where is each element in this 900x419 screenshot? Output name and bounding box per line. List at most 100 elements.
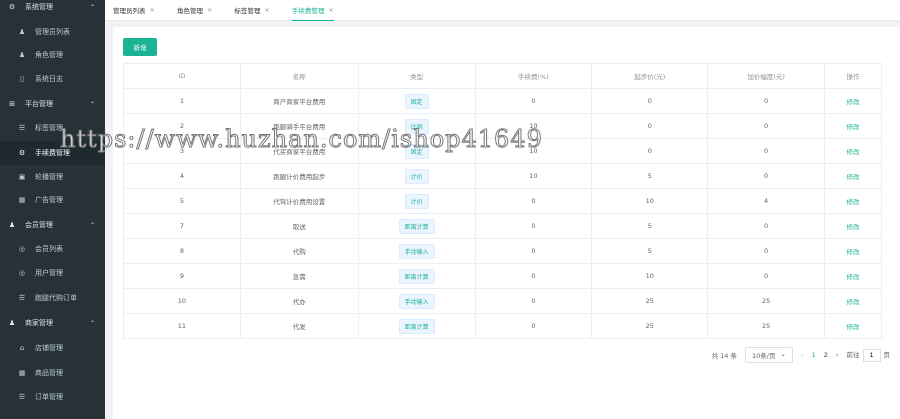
sidebar-group-4[interactable]: ⊞ 平台管理 ⌃: [0, 92, 105, 116]
edit-link[interactable]: 修改: [847, 223, 860, 231]
type-tag: 计价: [404, 168, 429, 184]
sidebar-item-14[interactable]: ⌂ 店铺管理: [0, 336, 105, 360]
sidebar-item-label: 商品管理: [35, 369, 63, 377]
table-cell: 5: [591, 238, 709, 264]
sidebar-group-0[interactable]: ⚙ 系统管理 ⌃: [0, 0, 105, 19]
sidebar-item-6[interactable]: ⚙ 手续费管理: [0, 141, 105, 165]
sidebar-item-11[interactable]: ◎ 用户管理: [0, 261, 105, 285]
tab-3[interactable]: 手续费管理 ×: [291, 0, 334, 21]
page-suffix: 页: [883, 350, 891, 359]
sidebar-item-label: 手续费管理: [35, 149, 70, 157]
column-header: 加价幅度(元): [707, 63, 826, 89]
sidebar-item-2[interactable]: ♟ 角色管理: [0, 43, 105, 67]
sidebar-group-9[interactable]: ♟ 会员管理 ⌃: [0, 213, 105, 237]
sidebar-item-label: 系统管理: [25, 3, 53, 11]
sidebar-item-16[interactable]: ☰ 订单管理: [0, 385, 105, 409]
tab-1[interactable]: 角色管理 ×: [177, 0, 212, 21]
chevron-up-icon[interactable]: ⌃: [90, 320, 95, 327]
table-cell: 7: [123, 213, 241, 239]
tab-2[interactable]: 标签管理 ×: [234, 0, 269, 21]
sidebar-item-5[interactable]: ☰ 标签管理: [0, 116, 105, 140]
sidebar-item-3[interactable]: ▯ 系统日志: [0, 67, 105, 91]
edit-link[interactable]: 修改: [847, 98, 860, 106]
table-header-row: ID 名称 类型 手续费(%) 起步价(元) 加价幅度(元) 操作: [123, 63, 882, 89]
table-cell: 代办: [240, 288, 359, 314]
sidebar-item-label: 店铺管理: [35, 344, 63, 352]
table-cell: 5: [591, 213, 709, 239]
table-row: 11 代发 距离计算 0 25 25 修改: [123, 313, 882, 339]
goto-page: 前往 页: [847, 348, 891, 362]
user-icon: ♟: [8, 221, 16, 229]
type-tag: 距离计算: [398, 318, 435, 334]
table-cell: 修改: [824, 163, 882, 189]
close-icon[interactable]: ×: [264, 6, 269, 14]
sidebar-item-8[interactable]: ▦ 广告管理: [0, 188, 105, 212]
user-icon: ♟: [18, 28, 26, 36]
next-page-button[interactable]: ›: [836, 351, 839, 359]
table-cell: 跑腿骑手平台费用: [240, 113, 359, 139]
table-cell: 25: [591, 288, 709, 314]
table-cell: 距离计算: [358, 313, 476, 339]
edit-link[interactable]: 修改: [847, 148, 860, 156]
column-header: ID: [123, 63, 241, 89]
table-cell: 计价: [358, 163, 476, 189]
table-cell: 8: [123, 238, 241, 264]
table-cell: 10: [475, 113, 593, 139]
edit-link[interactable]: 修改: [847, 198, 860, 206]
edit-link[interactable]: 修改: [847, 248, 860, 256]
edit-link[interactable]: 修改: [847, 273, 860, 281]
sidebar-item-7[interactable]: ▣ 轮播管理: [0, 165, 105, 189]
table-cell: 0: [475, 88, 593, 114]
page-size-select[interactable]: 10条/页 ⌄: [745, 347, 793, 363]
close-icon[interactable]: ×: [328, 6, 333, 14]
table-cell: 急需: [240, 263, 359, 289]
edit-link[interactable]: 修改: [847, 173, 860, 181]
type-tag: 固定: [404, 93, 429, 109]
sidebar: ⚙ 系统管理 ⌃ ♟ 管理员列表 ♟ 角色管理 ▯ 系统日志 ⊞ 平台管理 ⌃ ☰ 标签管理 ⚙ 手续费管理 ▣…: [0, 0, 105, 419]
table-cell: 代买商家平台费用: [240, 138, 359, 164]
close-icon[interactable]: ×: [150, 6, 155, 14]
close-icon[interactable]: ×: [207, 6, 212, 14]
chevron-up-icon[interactable]: ⌃: [90, 101, 95, 108]
type-tag: 手动输入: [398, 293, 435, 309]
page-1[interactable]: 1: [812, 351, 816, 359]
picture-icon: ▦: [18, 369, 26, 377]
table-cell: 计价: [358, 188, 476, 214]
page-2[interactable]: 2: [824, 351, 828, 359]
tab-0[interactable]: 管理员列表 ×: [113, 0, 155, 21]
table-cell: 1: [123, 88, 241, 114]
tab-label: 角色管理: [176, 7, 203, 15]
table-cell: 25: [707, 288, 826, 314]
table-cell: 0: [475, 213, 593, 239]
edit-link[interactable]: 修改: [847, 123, 860, 131]
table-cell: 10: [123, 288, 241, 314]
edit-link[interactable]: 修改: [847, 323, 860, 331]
user-icon: ♟: [18, 51, 26, 59]
table-cell: 固定: [358, 88, 476, 114]
main-panel: 新增 ID 名称 类型 手续费(%) 起步价(元) 加价幅度(元) 操作 1 商户商家平台费用…: [113, 27, 900, 419]
edit-link[interactable]: 修改: [847, 298, 860, 306]
table-cell: 0: [591, 138, 709, 164]
table-cell: 代发: [240, 313, 359, 339]
sidebar-item-15[interactable]: ▦ 商品管理: [0, 361, 105, 385]
tab-label: 管理员列表: [113, 7, 146, 15]
chevron-up-icon[interactable]: ⌃: [90, 222, 95, 229]
goto-page-input[interactable]: [862, 348, 881, 362]
sidebar-item-label: 系统日志: [35, 75, 63, 83]
sidebar-item-10[interactable]: ◎ 会员列表: [0, 237, 105, 261]
picture-icon: ▦: [18, 196, 26, 204]
sidebar-item-12[interactable]: ☰ 跑腿代购订单: [0, 286, 105, 310]
table-cell: 修改: [824, 213, 882, 239]
table-cell: 10: [591, 188, 709, 214]
sidebar-group-13[interactable]: ♟ 商家管理 ⌃: [0, 311, 105, 335]
table-cell: 4: [123, 163, 241, 189]
fee-table: ID 名称 类型 手续费(%) 起步价(元) 加价幅度(元) 操作 1 商户商家平台费用 固定 0…: [123, 63, 882, 339]
table-cell: 0: [591, 88, 709, 114]
table-cell: 9: [123, 263, 241, 289]
table-cell: 0: [707, 88, 826, 114]
add-button[interactable]: 新增: [123, 38, 157, 56]
chevron-up-icon[interactable]: ⌃: [90, 4, 95, 11]
sidebar-item-1[interactable]: ♟ 管理员列表: [0, 20, 105, 44]
table-cell: 11: [123, 313, 241, 339]
prev-page-button[interactable]: ‹: [801, 351, 804, 359]
